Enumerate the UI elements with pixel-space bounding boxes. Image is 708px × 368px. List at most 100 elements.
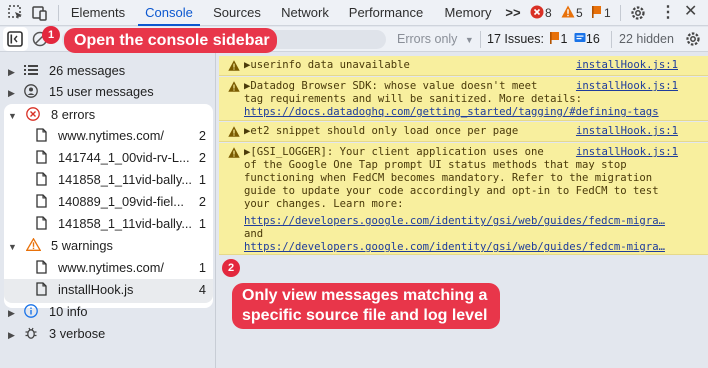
list-icon <box>24 65 39 75</box>
file-icon <box>36 216 47 230</box>
tab-console[interactable]: Console <box>138 0 200 26</box>
file-icon <box>36 128 47 142</box>
error-source-item[interactable]: 141744_1_00vid-rv-L... 2 <box>36 147 210 169</box>
console-warning-message[interactable]: ▶et2 snippet should only load once per p… <box>219 122 708 142</box>
warning-source-item[interactable]: www.nytimes.com/1 <box>36 257 210 279</box>
error-source-item[interactable]: 141858_1_11vid-bally... 1 <box>36 213 210 235</box>
issues-flag-icon[interactable] <box>592 6 602 21</box>
inspect-element-icon[interactable] <box>7 4 25 22</box>
source-item-label: www.nytimes.com/ <box>58 260 164 275</box>
error-source-item[interactable]: 141858_1_11vid-bally... 1 <box>36 169 210 191</box>
warning-source-item[interactable]: installHook.js 4 <box>36 279 210 301</box>
sidebar-item-verbose[interactable]: ▶ 3 verbose <box>8 323 213 345</box>
sidebar-item-label: 3 verbose <box>49 326 106 341</box>
divider <box>480 31 481 48</box>
tab-elements[interactable]: Elements <box>66 0 130 26</box>
file-icon <box>36 150 47 164</box>
source-link[interactable]: installHook.js:1 <box>576 125 678 138</box>
source-item-count: 4 <box>198 282 206 297</box>
user-icon <box>24 84 39 98</box>
source-item-label: 141744_1_00vid-rv-L... <box>58 150 190 165</box>
warning-icon <box>228 126 240 141</box>
expand-arrow-icon: ▶ <box>8 88 15 98</box>
info-icon <box>24 304 39 318</box>
log-levels-dropdown[interactable]: Errors only ▼ <box>391 30 476 49</box>
warning-count-badge[interactable] <box>561 5 575 21</box>
source-item-label: 141858_1_11vid-bally... <box>58 216 192 231</box>
file-icon <box>36 260 47 274</box>
source-link[interactable]: installHook.js:1 <box>576 146 678 159</box>
message-text: and <box>244 228 264 240</box>
error-icon <box>530 5 544 19</box>
tab-sources[interactable]: Sources <box>208 0 266 26</box>
chevron-down-icon: ▼ <box>464 35 474 45</box>
more-tabs-button[interactable]: >> <box>502 0 524 26</box>
source-item-count: 2 <box>198 150 206 165</box>
device-toolbar-icon[interactable] <box>31 4 49 22</box>
sidebar-item-warnings[interactable]: ▼ 5 warnings <box>8 235 213 257</box>
tab-network[interactable]: Network <box>276 0 334 26</box>
source-item-count: 1 <box>198 216 206 231</box>
divider <box>611 31 612 48</box>
hidden-count: 22 hidden <box>619 32 674 46</box>
issues-flag-icon <box>550 32 560 44</box>
sidebar-item-label: 15 user messages <box>49 84 154 99</box>
warning-icon <box>26 237 42 251</box>
source-item-count: 2 <box>198 194 206 209</box>
bug-icon <box>25 327 37 339</box>
error-count-badge[interactable] <box>530 5 544 20</box>
warning-icon <box>561 5 575 18</box>
error-source-item[interactable]: www.nytimes.com/2 <box>36 125 210 147</box>
sidebar-item-info[interactable]: ▶ 10 info <box>8 301 213 323</box>
console-warning-message[interactable]: ▶[GSI_LOGGER]: Your client application u… <box>219 143 708 255</box>
issues-label: 17 Issues: <box>487 32 544 46</box>
warning-icon <box>228 147 240 162</box>
issues-button[interactable]: 17 Issues: 1 16 <box>487 32 600 46</box>
issues-info-count: 16 <box>585 32 600 46</box>
devtools-tab-bar: Elements Console Sources Network Perform… <box>0 0 708 26</box>
sidebar-item-label: 5 warnings <box>51 238 113 253</box>
tab-performance[interactable]: Performance <box>344 0 428 26</box>
source-link[interactable]: installHook.js:1 <box>576 59 678 72</box>
sidebar-item-messages[interactable]: ▶ 26 messages <box>8 60 213 82</box>
issues-count: 1 <box>604 6 611 20</box>
console-settings-icon[interactable] <box>684 30 702 51</box>
expand-arrow-icon: ▶ <box>8 67 15 77</box>
source-item-label: installHook.js <box>58 282 134 297</box>
callout-badge: 2 <box>222 259 240 277</box>
error-count: 8 <box>545 6 552 20</box>
collapse-arrow-icon: ▼ <box>8 242 17 252</box>
console-warning-message[interactable]: ▶userinfo data unavailable installHook.j… <box>219 56 708 76</box>
divider <box>620 5 621 21</box>
settings-gear-icon[interactable] <box>629 4 647 25</box>
source-item-count: 1 <box>198 260 206 275</box>
docs-link[interactable]: https://developers.google.com/identity/g… <box>244 241 665 254</box>
tab-memory[interactable]: Memory <box>439 0 497 26</box>
source-link[interactable]: installHook.js:1 <box>576 80 678 93</box>
callout-badge: 1 <box>42 26 60 44</box>
console-warning-message[interactable]: ▶Datadog Browser SDK: whose value doesn'… <box>219 77 708 121</box>
error-source-item[interactable]: 140889_1_09vid-fiel... 2 <box>36 191 210 213</box>
expand-arrow-icon: ▶ <box>8 308 15 318</box>
source-item-label: 140889_1_09vid-fiel... <box>58 194 184 209</box>
expand-arrow-icon: ▶ <box>8 330 15 340</box>
sidebar-item-label: 8 errors <box>51 107 96 122</box>
file-icon <box>36 282 47 296</box>
docs-link[interactable]: https://docs.datadoghq.com/getting_start… <box>244 106 659 119</box>
docs-link[interactable]: https://developers.google.com/identity/g… <box>244 215 665 228</box>
callout-filter-messages: Only view messages matching a specific s… <box>232 283 500 329</box>
more-options-icon[interactable]: ⋮ <box>660 4 676 22</box>
sidebar-item-label: 26 messages <box>49 63 126 78</box>
source-item-count: 2 <box>198 128 206 143</box>
sidebar-item-errors[interactable]: ▼ 8 errors <box>8 104 213 126</box>
source-item-count: 1 <box>198 172 206 187</box>
file-icon <box>36 172 47 186</box>
divider <box>58 5 59 21</box>
close-icon[interactable]: ✕ <box>684 3 697 21</box>
callout-open-sidebar: Open the console sidebar <box>64 28 277 53</box>
sidebar-toggle-button[interactable] <box>3 27 28 51</box>
sidebar-item-user-messages[interactable]: ▶ 15 user messages <box>8 81 213 103</box>
warning-icon <box>228 81 240 96</box>
issues-flag-count: 1 <box>560 32 568 46</box>
warning-count: 5 <box>576 6 583 20</box>
